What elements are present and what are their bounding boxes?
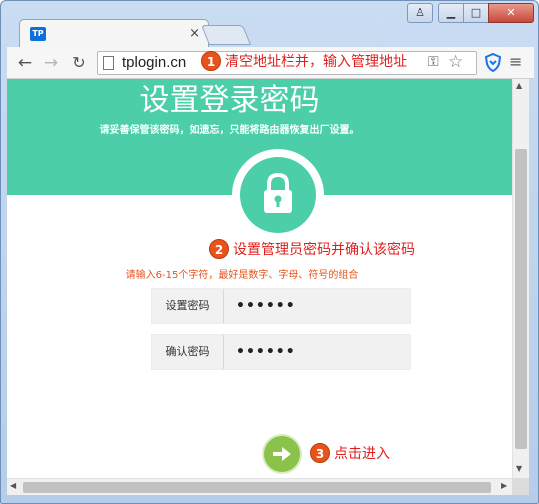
confirm-password-field[interactable]: 确认密码 •••••• <box>151 334 411 370</box>
horizontal-scrollbar[interactable]: ◀ ▶ <box>7 478 512 495</box>
set-password-label: 设置密码 <box>152 289 224 323</box>
submit-button[interactable] <box>264 436 300 472</box>
menu-icon[interactable]: ≡ <box>509 52 522 71</box>
confirm-password-label: 确认密码 <box>152 335 224 369</box>
annotation-step-1: 1 清空地址栏并，输入管理地址 <box>201 51 407 71</box>
set-password-field[interactable]: 设置密码 •••••• <box>151 288 411 324</box>
key-icon[interactable]: ⚿ <box>428 54 439 70</box>
shield-icon[interactable] <box>485 53 501 72</box>
step-2-text: 设置管理员密码并确认该密码 <box>233 242 415 258</box>
annotation-step-2: 2 设置管理员密码并确认该密码 <box>209 239 415 259</box>
user-profile-icon[interactable]: ♙ <box>407 3 433 23</box>
page-title: 设置登录密码 <box>139 83 320 118</box>
page-icon <box>103 56 114 70</box>
scroll-left-icon[interactable]: ◀ <box>10 481 16 490</box>
tp-favicon-icon: TP <box>30 27 46 41</box>
close-window-button[interactable]: ✕ <box>488 3 534 23</box>
page-subtitle: 请妥善保管该密码，如遗忘，只能将路由器恢复出厂设置。 <box>99 125 360 136</box>
step-2-badge: 2 <box>209 239 229 259</box>
annotation-step-3: 3 点击进入 <box>310 443 390 463</box>
minimize-button[interactable]: ▁ <box>438 3 464 23</box>
step-3-badge: 3 <box>310 443 330 463</box>
star-icon[interactable]: ☆ <box>448 52 463 72</box>
page-viewport: 设置登录密码 请妥善保管该密码，如遗忘，只能将路由器恢复出厂设置。 请输入6-1… <box>7 79 512 478</box>
arrow-right-icon <box>273 447 291 461</box>
browser-tab[interactable]: TP × <box>19 19 209 47</box>
step-3-text: 点击进入 <box>334 446 390 462</box>
step-1-badge: 1 <box>201 51 221 71</box>
scroll-right-icon[interactable]: ▶ <box>501 481 507 490</box>
set-password-input[interactable]: •••••• <box>236 289 296 323</box>
scroll-down-icon[interactable]: ▼ <box>516 464 522 473</box>
confirm-password-input[interactable]: •••••• <box>236 335 296 369</box>
vertical-scrollbar[interactable]: ▲ ▼ <box>512 79 529 478</box>
scroll-up-icon[interactable]: ▲ <box>516 81 522 90</box>
scroll-corner <box>512 478 529 495</box>
horizontal-scroll-thumb[interactable] <box>23 482 491 493</box>
vertical-scroll-thumb[interactable] <box>515 149 527 449</box>
back-arrow-icon[interactable]: ← <box>15 53 35 73</box>
browser-window: TP × ♙ ▁ □ ✕ ← → ↻ tplogin.cn ⚿ ☆ ≡ 设置登录… <box>0 0 539 504</box>
step-1-text: 清空地址栏并，输入管理地址 <box>225 54 407 70</box>
lock-icon <box>264 173 292 213</box>
forward-arrow-icon[interactable]: → <box>41 53 61 73</box>
url-text[interactable]: tplogin.cn <box>122 54 186 72</box>
tab-close-icon[interactable]: × <box>189 26 200 41</box>
new-tab-button[interactable] <box>200 25 252 45</box>
reload-icon[interactable]: ↻ <box>69 53 89 73</box>
maximize-button[interactable]: □ <box>463 3 489 23</box>
password-hint: 请输入6-15个字符，最好是数字、字母、符号的组合 <box>125 270 359 281</box>
